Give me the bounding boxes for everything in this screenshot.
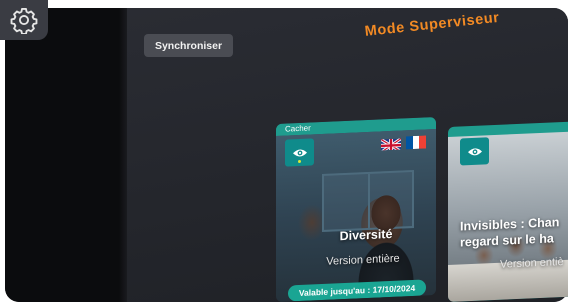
fr-flag-red xyxy=(419,135,426,149)
thumbnail-person xyxy=(354,191,418,295)
fr-flag-icon[interactable] xyxy=(406,135,426,150)
fr-flag-white xyxy=(412,135,420,150)
visibility-toggle[interactable] xyxy=(460,137,489,166)
content-card-diversite[interactable]: Cacher Diversité Version entière Valable… xyxy=(276,117,436,302)
eye-icon xyxy=(292,148,307,156)
eye-icon xyxy=(467,147,482,155)
uk-flag-icon[interactable] xyxy=(381,137,401,151)
uk-flag-graphic xyxy=(381,137,401,151)
fr-flag-blue xyxy=(406,136,413,150)
card-title: Invisibles : Chan regard sur le ha xyxy=(460,213,568,251)
content-card-invisibles[interactable]: Invisibles : Chan regard sur le ha Versi… xyxy=(448,121,568,302)
synchronize-button[interactable]: Synchroniser xyxy=(144,34,233,57)
status-dot xyxy=(298,159,301,164)
left-void xyxy=(5,8,123,302)
visibility-toggle[interactable] xyxy=(285,138,314,167)
panel-edge xyxy=(119,8,127,302)
gear-icon xyxy=(10,7,38,34)
settings-button[interactable] xyxy=(0,0,48,40)
